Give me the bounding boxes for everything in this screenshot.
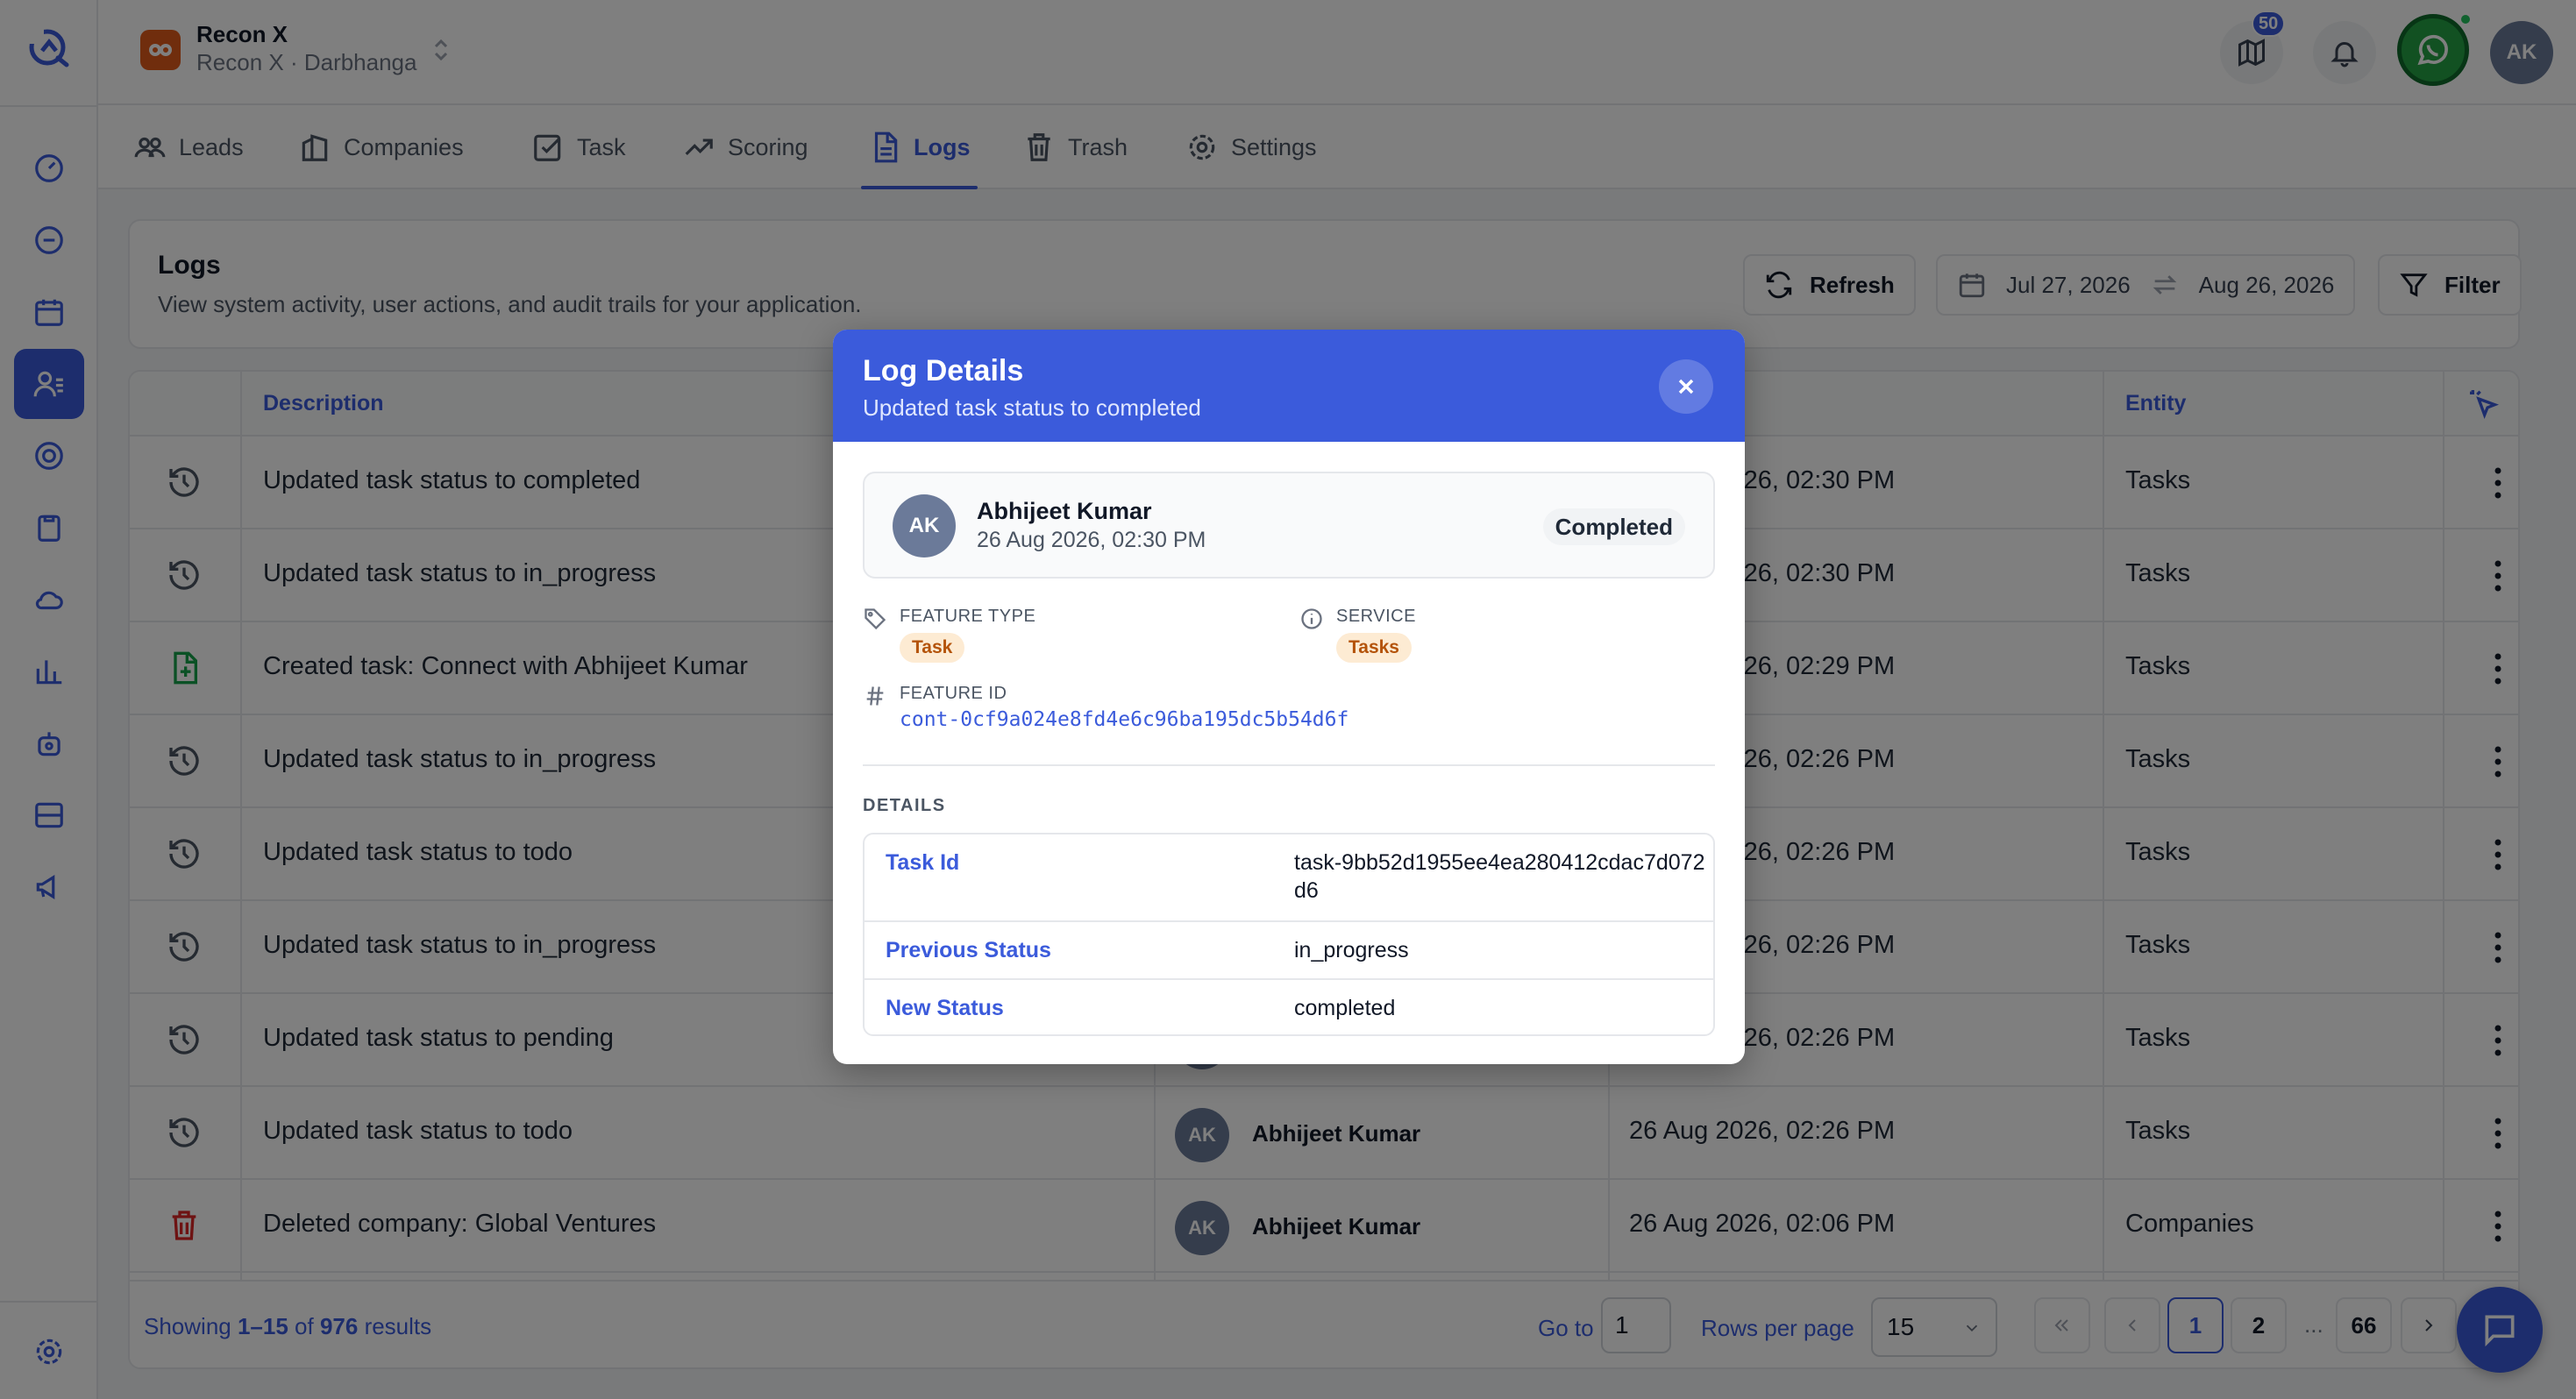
modal-subtitle: Updated task status to completed [863,394,1201,421]
details-table: Task Id task-9bb52d1955ee4ea280412cdac7d… [863,833,1715,1036]
log-timestamp: 26 Aug 2026, 02:30 PM [977,528,1206,552]
feature-type-label: FEATURE TYPE [900,607,1036,626]
info-icon [1301,608,1322,629]
modal-header: Log Details Updated task status to compl… [833,330,1745,442]
log-actor-card: AK Abhijeet Kumar 26 Aug 2026, 02:30 PM … [863,472,1715,579]
close-icon [1678,379,1694,394]
service-label: SERVICE [1336,607,1416,626]
details-value: task-9bb52d1955ee4ea280412cdac7d072d6 [1294,850,1705,903]
details-key: New Status [886,996,1004,1020]
details-row: Task Id task-9bb52d1955ee4ea280412cdac7d… [865,834,1713,922]
details-section-label: DETAILS [863,796,946,815]
feature-id-label: FEATURE ID [900,684,1007,703]
details-value: completed [1294,996,1396,1020]
tag-icon [865,608,886,630]
service-chip: Tasks [1336,633,1412,663]
actor-avatar: AK [893,494,956,557]
log-details-modal: Log Details Updated task status to compl… [833,330,1745,1064]
details-value: in_progress [1294,938,1409,962]
modal-title: Log Details [863,354,1024,387]
feature-id-link[interactable]: cont-0cf9a024e8fd4e6c96ba195dc5b54d6f [900,708,1348,731]
details-row: New Status completed [865,980,1713,1034]
hash-icon [866,686,884,706]
feature-type-chip: Task [900,633,965,663]
close-modal-button[interactable] [1659,359,1713,414]
details-key: Task Id [886,850,960,875]
modal-divider [863,764,1715,766]
actor-name: Abhijeet Kumar [977,498,1152,524]
status-badge: Completed [1542,508,1685,545]
details-row: Previous Status in_progress [865,922,1713,980]
details-key: Previous Status [886,938,1051,962]
